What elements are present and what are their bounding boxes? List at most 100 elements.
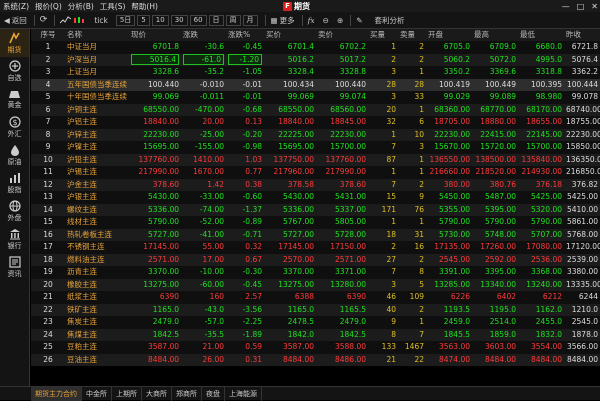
market-tab[interactable]: 上海能源 — [225, 386, 262, 401]
table-cell: -61.0 — [181, 53, 226, 66]
zoom-out-icon[interactable]: ⊖ — [323, 16, 329, 25]
period-button[interactable]: 30 — [170, 14, 188, 26]
table-row[interactable]: 23 焦炭主连 2479.0 -57.0 -2.25 2478.5 2479.0 9 1 2459… — [31, 316, 600, 329]
table-row[interactable]: 21 纸浆主连 6390 160 2.57 6388 6390 46 109 6226 6402 62… — [31, 291, 600, 304]
table-row[interactable]: 24 焦煤主连 1842.5 -35.5 -1.89 1842.0 1842.5 8 7 1845… — [31, 328, 600, 341]
table-row[interactable]: 2 沪深当月 5016.4 -61.0 -1.20 5016.2 5017.2 2 2 5060.… — [31, 53, 600, 66]
column-header[interactable]: 现价 — [129, 29, 181, 41]
sidebar-item-globe[interactable]: 外盘 — [0, 197, 29, 225]
column-header[interactable]: 开盘 — [426, 29, 472, 41]
market-tab[interactable]: 上期所 — [112, 386, 142, 401]
column-header[interactable]: 卖量 — [398, 29, 426, 41]
table-cell: 99.074 — [316, 91, 368, 104]
table-row[interactable]: 17 不锈钢主连 17145.00 55.00 0.32 17145.00 17150.00… — [31, 241, 600, 254]
column-header[interactable]: 序号 — [31, 29, 65, 41]
arbitrage-analysis-button[interactable]: 套利分析 — [375, 15, 405, 26]
market-tab[interactable]: 大商所 — [142, 386, 172, 401]
formula-button[interactable]: fx — [308, 16, 315, 25]
market-tab[interactable]: 中金所 — [82, 386, 112, 401]
table-cell: -3.56 — [226, 303, 264, 316]
table-row[interactable]: 15 线材主连 5790.00 -52.00 -0.89 5767.00 5805.00 1 1… — [31, 216, 600, 229]
sidebar-item-dollar[interactable]: $ 外汇 — [0, 113, 29, 141]
period-selector[interactable]: tick — [94, 16, 108, 25]
table-cell: -10.00 — [181, 266, 226, 279]
period-button[interactable]: 日 — [208, 14, 224, 26]
column-header[interactable]: 最低 — [518, 29, 564, 41]
refresh-icon[interactable]: ⟳ — [40, 15, 48, 25]
column-header[interactable]: 涨跌% — [226, 29, 264, 41]
period-button[interactable]: 周 — [225, 14, 241, 26]
brand-name: 期货 — [294, 2, 310, 11]
table-cell: 8486.00 — [316, 353, 368, 366]
column-header[interactable]: 卖价 — [316, 29, 368, 41]
column-header[interactable]: 涨跌 — [181, 29, 226, 41]
menu-item[interactable]: 帮助(H) — [128, 1, 161, 12]
sidebar-item-news[interactable]: 资讯 — [0, 253, 29, 281]
sidebar-item-gold[interactable]: 黄金 — [0, 85, 29, 113]
market-tab[interactable]: 夜盘 — [202, 386, 225, 401]
table-row[interactable]: 5 十年国债当季连续 99.069 -0.011 -0.01 99.069 99.074 3 3… — [31, 91, 600, 104]
table-row[interactable]: 3 上证当月 3328.6 -35.2 -1.05 3328.4 3328.8 3 1 3350.… — [31, 66, 600, 79]
period-button[interactable]: 5日 — [115, 14, 136, 26]
table-row[interactable]: 12 沪金主连 378.60 1.42 0.38 378.58 378.60 7 2 380.00… — [31, 178, 600, 191]
more-label: 更多 — [279, 15, 295, 25]
table-cell: 燃料油主连 — [65, 253, 129, 266]
table-cell: 0.13 — [226, 116, 264, 129]
column-header[interactable]: 昨收 — [564, 29, 600, 41]
table-row[interactable]: 16 热轧卷板主连 5727.00 -41.00 -0.71 5727.00 5728.00… — [31, 228, 600, 241]
period-button[interactable]: 月 — [242, 14, 258, 26]
table-row[interactable]: 22 铁矿主连 1165.0 -43.0 -3.56 1165.0 1165.5 40 2 119… — [31, 303, 600, 316]
period-button[interactable]: 10 — [151, 14, 169, 26]
table-cell: 380.76 — [472, 178, 518, 191]
draw-pen-icon[interactable]: ✎ — [356, 16, 362, 25]
market-tab[interactable]: 期货主力合约 — [31, 386, 82, 401]
table-cell: 5336.00 — [129, 203, 181, 216]
menu-item[interactable]: 分析(B) — [65, 1, 97, 12]
table-row[interactable]: 9 沪镍主连 15695.00 -155.00 -0.98 15695.00 15700.0… — [31, 141, 600, 154]
more-button[interactable]: ▦ 更多 — [271, 15, 295, 26]
table-row[interactable]: 19 沥青主连 3370.00 -10.00 -0.30 3370.00 3371.00 7 8… — [31, 266, 600, 279]
table-row[interactable]: 10 沪铅主连 137760.00 1410.00 1.03 137750.00 13776… — [31, 153, 600, 166]
period-button[interactable]: 5 — [137, 14, 150, 26]
table-row[interactable]: 8 沪锌主连 22230.00 -25.00 -0.20 22225.00 22230.00… — [31, 128, 600, 141]
back-button[interactable]: ◀ 返回 — [4, 15, 27, 26]
table-row[interactable]: 25 豆粕主连 3587.00 21.00 0.59 3587.00 3588.00 133 1… — [31, 341, 600, 354]
table-cell: 3603.00 — [472, 341, 518, 354]
table-row[interactable]: 26 豆油主连 8484.00 26.00 0.31 8484.00 8486.00 21 22… — [31, 353, 600, 366]
timeshare-icon[interactable] — [60, 15, 72, 25]
sidebar-item-oil[interactable]: 原油 — [0, 141, 29, 169]
table-row[interactable]: 20 橡胶主连 13275.00 -60.00 -0.45 13275.00 13280.0… — [31, 278, 600, 291]
market-tab[interactable]: 郑商所 — [172, 386, 202, 401]
menu-item[interactable]: 报价(Q) — [32, 1, 65, 12]
minimize-icon[interactable]: — — [562, 2, 570, 11]
table-cell: 22230.00 — [316, 128, 368, 141]
menu-item[interactable]: 工具(S) — [97, 1, 129, 12]
column-header[interactable]: 最高 — [472, 29, 518, 41]
table-row[interactable]: 1 中证当月 6701.8 -30.6 -0.45 6701.4 6702.2 1 2 6705.… — [31, 41, 600, 54]
table-row[interactable]: 11 沪锡主连 217990.00 1670.00 0.77 217960.00 21799… — [31, 166, 600, 179]
kline-icon[interactable] — [73, 16, 85, 25]
sidebar-item-candlestick[interactable]: 期货 — [0, 29, 29, 57]
column-header[interactable]: 名称 — [65, 29, 129, 41]
table-row[interactable]: 6 沪铜主连 68550.00 -470.00 -0.68 68550.00 68560.0… — [31, 103, 600, 116]
period-button[interactable]: 60 — [189, 14, 207, 26]
table-row[interactable]: 7 沪铝主连 18840.00 20.00 0.13 18840.00 18845.00 32… — [31, 116, 600, 129]
chart-icon — [9, 172, 21, 184]
table-cell: 19 — [31, 266, 65, 279]
close-icon[interactable]: ✕ — [591, 2, 598, 11]
sidebar-item-chart[interactable]: 股指 — [0, 169, 29, 197]
table-row[interactable]: 13 沪银主连 5430.00 -33.00 -0.60 5430.00 5431.00 15… — [31, 191, 600, 204]
table-row[interactable]: 14 螺纹主连 5336.00 -74.00 -1.37 5336.00 5337.00 17… — [31, 203, 600, 216]
maximize-icon[interactable]: □ — [577, 2, 585, 11]
column-header[interactable]: 买价 — [264, 29, 316, 41]
table-cell: 1162.0 — [518, 303, 564, 316]
sidebar-item-plus[interactable]: 自选 — [0, 57, 29, 85]
table-row[interactable]: 4 五年国债当季连续 100.440 -0.010 -0.01 100.434 100.44… — [31, 78, 600, 91]
table-row[interactable]: 18 燃料油主连 2571.00 17.00 0.67 2570.00 2571.00 27 2… — [31, 253, 600, 266]
sidebar-item-bank[interactable]: 银行 — [0, 225, 29, 253]
menu-item[interactable]: 系统(Z) — [0, 1, 32, 12]
zoom-in-icon[interactable]: ⊕ — [337, 16, 343, 25]
column-header[interactable]: 买量 — [368, 29, 398, 41]
table-cell: 136550.00 — [426, 153, 472, 166]
table-cell: 380.00 — [426, 178, 472, 191]
